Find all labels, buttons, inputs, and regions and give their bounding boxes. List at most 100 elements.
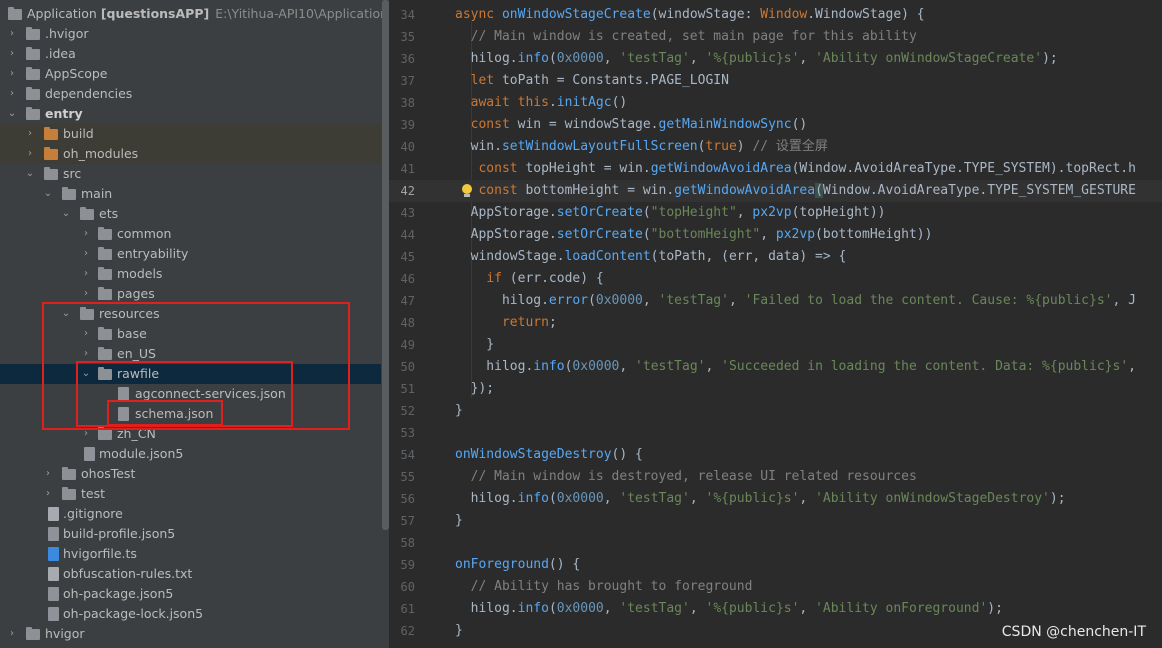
code-line: 41 const topHeight = win.getWindowAvoidA… xyxy=(389,158,1162,180)
tree-label: oh-package.json5 xyxy=(63,586,174,601)
line-number: 57 xyxy=(400,514,415,528)
tree-item-models[interactable]: › models xyxy=(0,264,381,284)
line-number: 52 xyxy=(400,404,415,418)
tree-item-hvigorfile[interactable]: hvigorfile.ts xyxy=(0,544,381,564)
line-number: 51 xyxy=(400,382,415,396)
chevron-right-icon[interactable]: › xyxy=(24,144,36,164)
tree-item-obfuscation-rules[interactable]: obfuscation-rules.txt xyxy=(0,564,381,584)
tree-label: .idea xyxy=(45,46,76,61)
tree-item-pages[interactable]: › pages xyxy=(0,284,381,304)
tree-item-build-profile[interactable]: build-profile.json5 xyxy=(0,524,381,544)
tree-item-main[interactable]: ⌄ main xyxy=(0,184,381,204)
folder-icon xyxy=(98,427,112,440)
tree-item-oh-package-lock[interactable]: oh-package-lock.json5 xyxy=(0,604,381,624)
tree-item-oh-modules[interactable]: › oh_modules xyxy=(0,144,381,164)
code-line: 40 win.setWindowLayoutFullScreen(true) /… xyxy=(389,136,1162,158)
line-number: 41 xyxy=(400,162,415,176)
chevron-down-icon[interactable]: ⌄ xyxy=(42,184,54,204)
code-line: 54 onWindowStageDestroy() { xyxy=(389,444,1162,466)
code-line: 47 hilog.error(0x0000, 'testTag', 'Faile… xyxy=(389,290,1162,312)
tree-item-ets[interactable]: ⌄ ets xyxy=(0,204,381,224)
code-line: 36 hilog.info(0x0000, 'testTag', '%{publ… xyxy=(389,48,1162,70)
tree-item-entry[interactable]: ⌄ entry xyxy=(0,104,381,124)
tree-item-ohostest[interactable]: › ohosTest xyxy=(0,464,381,484)
tree-item-dependencies[interactable]: › dependencies xyxy=(0,84,381,104)
chevron-down-icon[interactable]: ⌄ xyxy=(6,104,18,124)
tree-label: src xyxy=(63,166,82,181)
tree-item-hvigor-dir[interactable]: › .hvigor xyxy=(0,24,381,44)
line-number: 49 xyxy=(400,338,415,352)
json5-file-icon xyxy=(84,447,95,461)
folder-icon xyxy=(44,147,58,160)
code-line: 38 await this.initAgc() xyxy=(389,92,1162,114)
code-line: 49 } xyxy=(389,334,1162,356)
folder-icon xyxy=(98,287,112,300)
tree-label: .gitignore xyxy=(63,506,123,521)
line-number: 39 xyxy=(400,118,415,132)
tree-item-idea[interactable]: › .idea xyxy=(0,44,381,64)
folder-icon xyxy=(98,267,112,280)
chevron-right-icon[interactable]: › xyxy=(6,44,18,64)
line-number: 56 xyxy=(400,492,415,506)
line-number: 40 xyxy=(400,140,415,154)
tree-label: module.json5 xyxy=(99,446,184,461)
line-number: 43 xyxy=(400,206,415,220)
code-line: 50 hilog.info(0x0000, 'testTag', 'Succee… xyxy=(389,356,1162,378)
code-line: 60 // Ability has brought to foreground xyxy=(389,576,1162,598)
chevron-right-icon[interactable]: › xyxy=(6,624,18,644)
chevron-down-icon[interactable]: ⌄ xyxy=(24,164,36,184)
chevron-right-icon[interactable]: › xyxy=(80,224,92,244)
line-number: 35 xyxy=(400,30,415,44)
code-line: 46 if (err.code) { xyxy=(389,268,1162,290)
text-file-icon xyxy=(48,567,59,581)
tree-item-build[interactable]: › build xyxy=(0,124,381,144)
tree-item-test[interactable]: › test xyxy=(0,484,381,504)
root-name: Application xyxy=(27,6,97,21)
folder-icon xyxy=(26,67,40,80)
line-number: 59 xyxy=(400,558,415,572)
code-line: 58 xyxy=(389,532,1162,554)
code-editor[interactable]: 34 async onWindowStageCreate(windowStage:… xyxy=(389,0,1162,648)
project-tree-panel: Application [questionsAPP] E:\Yitihua-API… xyxy=(0,0,389,648)
line-number: 58 xyxy=(400,536,415,550)
tree-label: AppScope xyxy=(45,66,108,81)
folder-icon xyxy=(62,187,76,200)
tree-item-gitignore[interactable]: .gitignore xyxy=(0,504,381,524)
chevron-right-icon[interactable]: › xyxy=(24,124,36,144)
chevron-right-icon[interactable]: › xyxy=(80,244,92,264)
folder-icon xyxy=(98,227,112,240)
code-line: 39 const win = windowStage.getMainWindow… xyxy=(389,114,1162,136)
chevron-right-icon[interactable]: › xyxy=(42,464,54,484)
tree-scrollbar[interactable] xyxy=(382,0,389,530)
tree-item-appscope[interactable]: › AppScope xyxy=(0,64,381,84)
folder-icon xyxy=(44,167,58,180)
tree-label: hvigor xyxy=(45,626,85,641)
chevron-right-icon[interactable]: › xyxy=(80,264,92,284)
code-line: 45 windowStage.loadContent(toPath, (err,… xyxy=(389,246,1162,268)
tree-label: hvigorfile.ts xyxy=(63,546,137,561)
chevron-right-icon[interactable]: › xyxy=(6,84,18,104)
tree-item-common[interactable]: › common xyxy=(0,224,381,244)
tree-item-oh-package[interactable]: oh-package.json5 xyxy=(0,584,381,604)
line-number: 48 xyxy=(400,316,415,330)
root-path: E:\Yitihua-API10\Application xyxy=(215,6,389,21)
tree-item-src[interactable]: ⌄ src xyxy=(0,164,381,184)
folder-icon xyxy=(26,27,40,40)
chevron-right-icon[interactable]: › xyxy=(6,24,18,44)
tree-item-hvigor-root[interactable]: › hvigor xyxy=(0,624,381,644)
code-line: 35 // Main window is created, set main p… xyxy=(389,26,1162,48)
code-line: 34 async onWindowStageCreate(windowStage:… xyxy=(389,4,1162,26)
chevron-right-icon[interactable]: › xyxy=(6,64,18,84)
tree-label: build xyxy=(63,126,94,141)
chevron-right-icon[interactable]: › xyxy=(42,484,54,504)
tree-item-root[interactable]: Application [questionsAPP] E:\Yitihua-API… xyxy=(0,4,388,24)
code-line: 59 onForeground() { xyxy=(389,554,1162,576)
chevron-right-icon[interactable]: › xyxy=(80,284,92,304)
folder-icon xyxy=(26,107,40,120)
chevron-down-icon[interactable]: ⌄ xyxy=(60,204,72,224)
tree-item-entryability[interactable]: › entryability xyxy=(0,244,381,264)
line-number: 38 xyxy=(400,96,415,110)
tree-label: common xyxy=(117,226,172,241)
tree-item-module-json5[interactable]: module.json5 xyxy=(0,444,381,464)
code-line: 52} xyxy=(389,400,1162,422)
